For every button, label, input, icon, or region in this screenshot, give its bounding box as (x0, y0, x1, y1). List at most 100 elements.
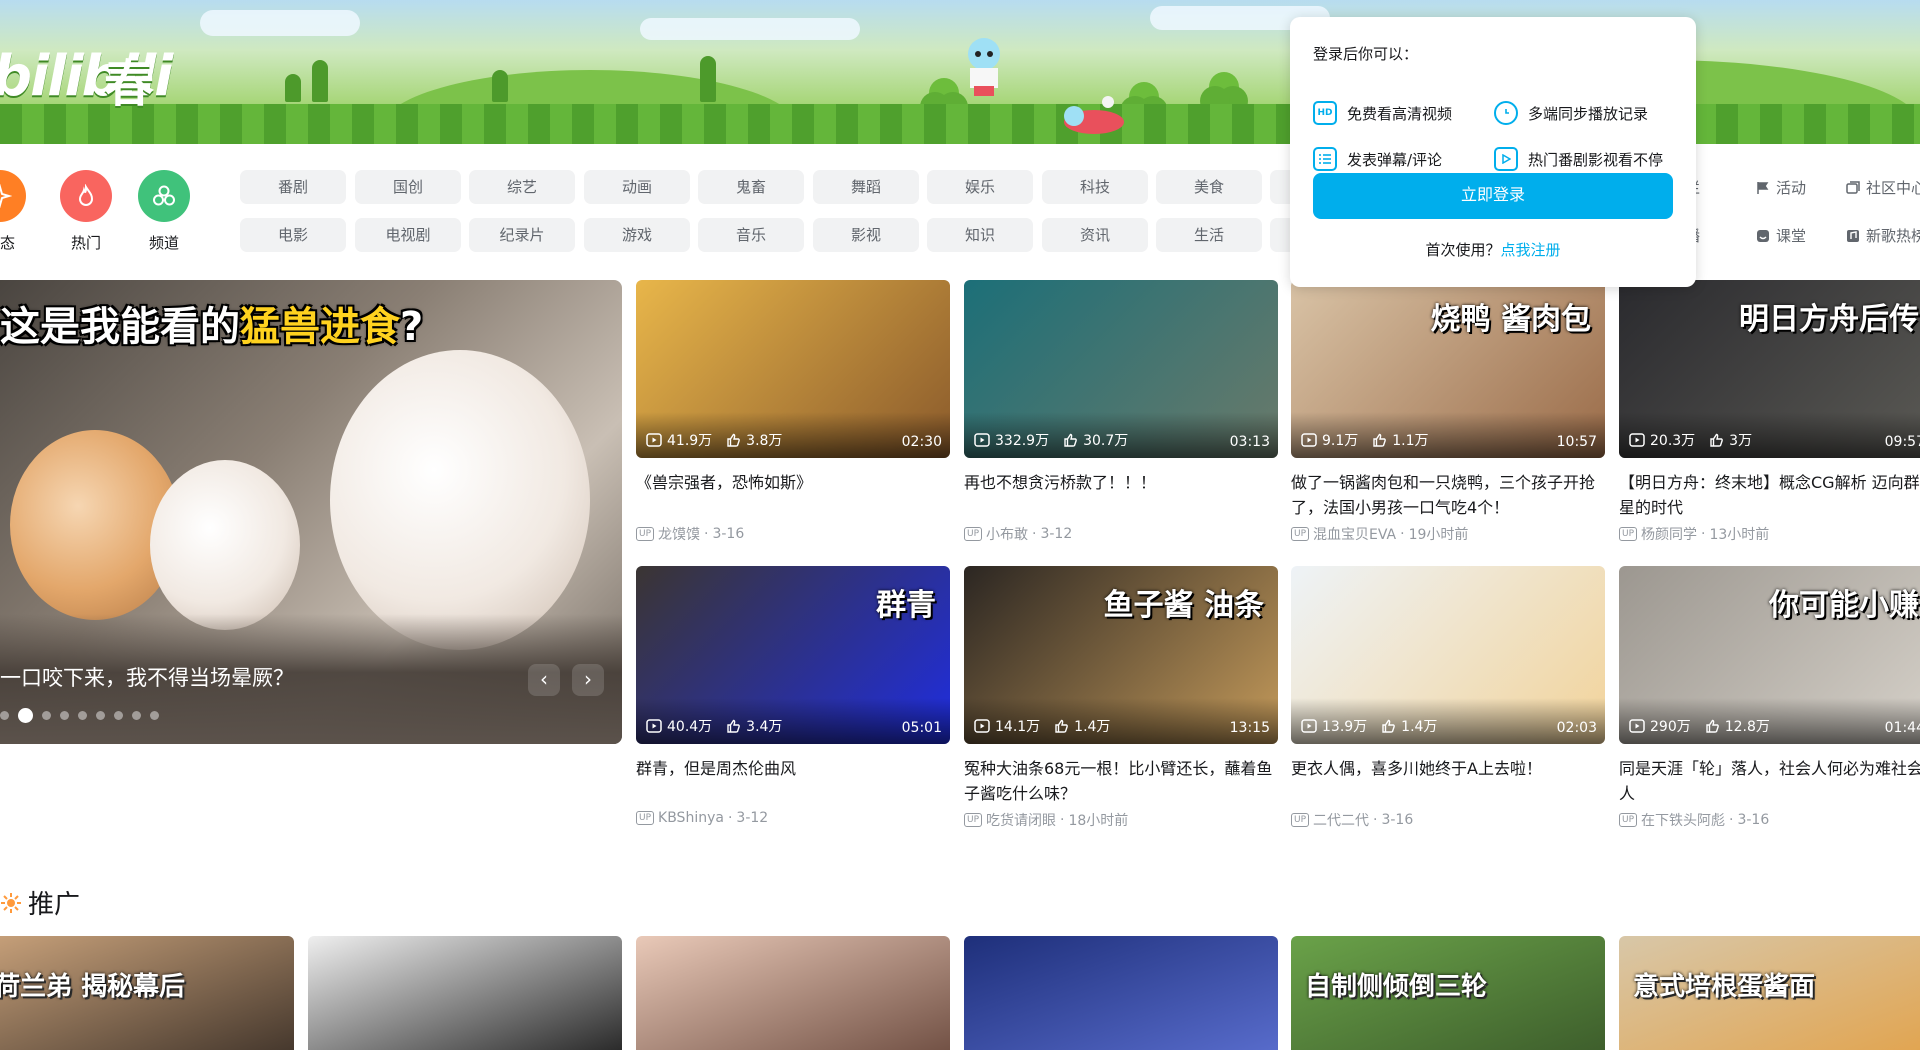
promo-card[interactable]: 意式培根蛋酱面 (1619, 936, 1920, 1050)
video-title[interactable]: 【明日方舟：终末地】概念CG解析 迈向群星的时代 (1619, 470, 1920, 520)
video-author[interactable]: KBShinya (658, 810, 724, 826)
video-card[interactable]: 明日方舟后传 20.3万 3万 09:57 【明日方舟：终末地】概念CG解析 迈… (1619, 280, 1920, 544)
promo-card[interactable] (308, 936, 622, 1050)
perk-label: 热门番剧影视看不停 (1528, 150, 1664, 169)
channel-pill[interactable]: 资讯 (1042, 218, 1148, 252)
channel-pill[interactable]: 电视剧 (355, 218, 461, 252)
carousel-dot[interactable] (150, 711, 159, 720)
video-card[interactable]: 鱼子酱 油条 14.1万 1.4万 13:15 冤种大油条68元一根！比小臂还长… (964, 566, 1278, 830)
view-count: 290万 (1629, 716, 1691, 736)
cloud-decoration (640, 18, 860, 40)
video-thumbnail[interactable]: 332.9万 30.7万 03:13 (964, 280, 1278, 458)
classroom-icon (1757, 229, 1769, 242)
view-count-value: 20.3万 (1650, 433, 1696, 449)
video-author[interactable]: 混血宝贝EVA (1313, 524, 1396, 544)
carousel-dot[interactable] (42, 711, 51, 720)
video-author[interactable]: 小布敢 (986, 524, 1028, 544)
carousel-dot[interactable] (114, 711, 123, 720)
carousel-caption[interactable]: 一口咬下来，我不得当场晕厥？ (0, 662, 294, 692)
channel-pill[interactable]: 知识 (927, 218, 1033, 252)
video-author[interactable]: 在下铁头阿彪 (1641, 810, 1725, 830)
promo-overlay-text: 荷兰弟 揭秘幕后 (0, 972, 186, 1002)
carousel-dot[interactable] (60, 711, 69, 720)
video-thumbnail[interactable]: 13.9万 1.4万 02:03 (1291, 566, 1605, 744)
channel-pill[interactable]: 游戏 (584, 218, 690, 252)
channel-pill[interactable]: 舞蹈 (813, 170, 919, 204)
carousel-dot[interactable] (0, 711, 9, 720)
video-thumbnail[interactable]: 鱼子酱 油条 14.1万 1.4万 13:15 (964, 566, 1278, 744)
video-thumbnail[interactable]: 群青 40.4万 3.4万 05:01 (636, 566, 950, 744)
video-author[interactable]: 龙馍馍 (658, 524, 700, 544)
up-icon: UP (1619, 527, 1638, 541)
video-title[interactable]: 群青，但是周杰伦曲风 (636, 756, 950, 806)
video-card[interactable]: 13.9万 1.4万 02:03 更衣人偶，喜多川她终于A上去啦！ UP 二代二… (1291, 566, 1605, 830)
flag-icon (1757, 181, 1769, 194)
video-thumbnail[interactable]: 明日方舟后传 20.3万 3万 09:57 (1619, 280, 1920, 458)
video-duration: 13:15 (1229, 720, 1270, 736)
channel-pill[interactable]: 鬼畜 (698, 170, 804, 204)
video-title[interactable]: 再也不想贪污桥款了！！！ (964, 470, 1278, 520)
side-link-classroom[interactable]: 课堂 (1756, 225, 1806, 246)
video-card[interactable]: 41.9万 3.8万 02:30 《兽宗强者，恐怖如斯》 UP 龙馍馍 · 3-… (636, 280, 950, 544)
video-thumbnail[interactable]: 你可能小赚 290万 12.8万 01:44 (1619, 566, 1920, 744)
up-icon: UP (1291, 527, 1310, 541)
video-title[interactable]: 冤种大油条68元一根！比小臂还长，蘸着鱼子酱吃什么味？ (964, 756, 1278, 806)
thumbs-up-icon (1706, 719, 1719, 733)
register-link[interactable]: 点我注册 (1501, 241, 1561, 259)
quick-nav-dynamic[interactable]: 动态 (0, 170, 26, 253)
like-count-value: 1.4万 (1074, 719, 1111, 735)
login-button[interactable]: 立即登录 (1313, 173, 1673, 219)
video-card[interactable]: 332.9万 30.7万 03:13 再也不想贪污桥款了！！！ UP 小布敢 ·… (964, 280, 1278, 544)
channel-pill[interactable]: 科技 (1042, 170, 1148, 204)
promo-card[interactable] (636, 936, 950, 1050)
channel-pill[interactable]: 娱乐 (927, 170, 1033, 204)
view-count-value: 290万 (1650, 719, 1691, 735)
carousel-dot[interactable] (96, 711, 105, 720)
side-link-community[interactable]: 社区中心 (1846, 177, 1920, 198)
video-title[interactable]: 更衣人偶，喜多川她终于A上去啦！ (1291, 756, 1605, 806)
meta-separator: · (1032, 526, 1037, 542)
video-title[interactable]: 《兽宗强者，恐怖如斯》 (636, 470, 950, 520)
video-card[interactable]: 群青 40.4万 3.4万 05:01 群青，但是周杰伦曲风 UP KBShin… (636, 566, 950, 826)
carousel-next-button[interactable]: › (572, 664, 604, 696)
video-thumbnail[interactable]: 烧鸭 酱肉包 9.1万 1.1万 10:57 (1291, 280, 1605, 458)
channel-pill[interactable]: 动画 (584, 170, 690, 204)
channel-pill[interactable]: 音乐 (698, 218, 804, 252)
video-thumbnail[interactable]: 41.9万 3.8万 02:30 (636, 280, 950, 458)
carousel-dot[interactable] (78, 711, 87, 720)
side-link-music-chart[interactable]: 新歌热榜 (1846, 225, 1920, 246)
thumbnail-overlay-text: 鱼子酱 油条 (1103, 588, 1264, 623)
carousel-dot-active[interactable] (18, 708, 33, 723)
meta-separator: · (727, 810, 733, 826)
channel-pill[interactable]: 电影 (240, 218, 346, 252)
channel-pill[interactable]: 番剧 (240, 170, 346, 204)
video-title[interactable]: 同是天涯「轮」落人，社会人何必为难社会人 (1619, 756, 1920, 806)
video-author[interactable]: 杨颜同学 (1641, 524, 1697, 544)
promo-card[interactable]: 荷兰弟 揭秘幕后 (0, 936, 294, 1050)
video-card[interactable]: 烧鸭 酱肉包 9.1万 1.1万 10:57 做了一锅酱肉包和一只烧鸭，三个孩子… (1291, 280, 1605, 544)
video-author[interactable]: 二代二代 (1313, 810, 1369, 830)
like-count: 12.8万 (1705, 716, 1770, 736)
channel-pill[interactable]: 综艺 (469, 170, 575, 204)
channel-pill[interactable]: 生活 (1156, 218, 1262, 252)
quick-nav-channel[interactable]: 频道 (138, 170, 190, 253)
side-link-activity[interactable]: 活动 (1756, 177, 1806, 198)
video-date: 3-16 (1737, 812, 1770, 828)
video-title[interactable]: 做了一锅酱肉包和一只烧鸭，三个孩子开抢了，法国小男孩一口气吃4个！ (1291, 470, 1605, 520)
video-stats: 9.1万 1.1万 (1301, 430, 1429, 450)
promo-card[interactable]: 自制侧倾倒三轮 (1291, 936, 1605, 1050)
channel-pill[interactable]: 影视 (813, 218, 919, 252)
promo-card[interactable] (964, 936, 1278, 1050)
perk-label: 发表弹幕/评论 (1347, 150, 1443, 169)
quick-nav-hot[interactable]: 热门 (60, 170, 112, 253)
video-author[interactable]: 吃货请闭眼 (986, 810, 1056, 830)
channel-pill[interactable]: 纪录片 (469, 218, 575, 252)
video-card[interactable]: 你可能小赚 290万 12.8万 01:44 同是天涯「轮」落人，社会人何必为难… (1619, 566, 1920, 830)
channel-pill[interactable]: 美食 (1156, 170, 1262, 204)
carousel-dot[interactable] (132, 711, 141, 720)
play-count-icon (646, 719, 662, 733)
promo-title: 推广 (28, 890, 81, 920)
carousel-prev-button[interactable]: ‹ (528, 664, 560, 696)
featured-carousel[interactable]: 这是我能看的猛兽进食? 一口咬下来，我不得当场晕厥？ ‹ › (0, 280, 622, 744)
channel-pill[interactable]: 国创 (355, 170, 461, 204)
